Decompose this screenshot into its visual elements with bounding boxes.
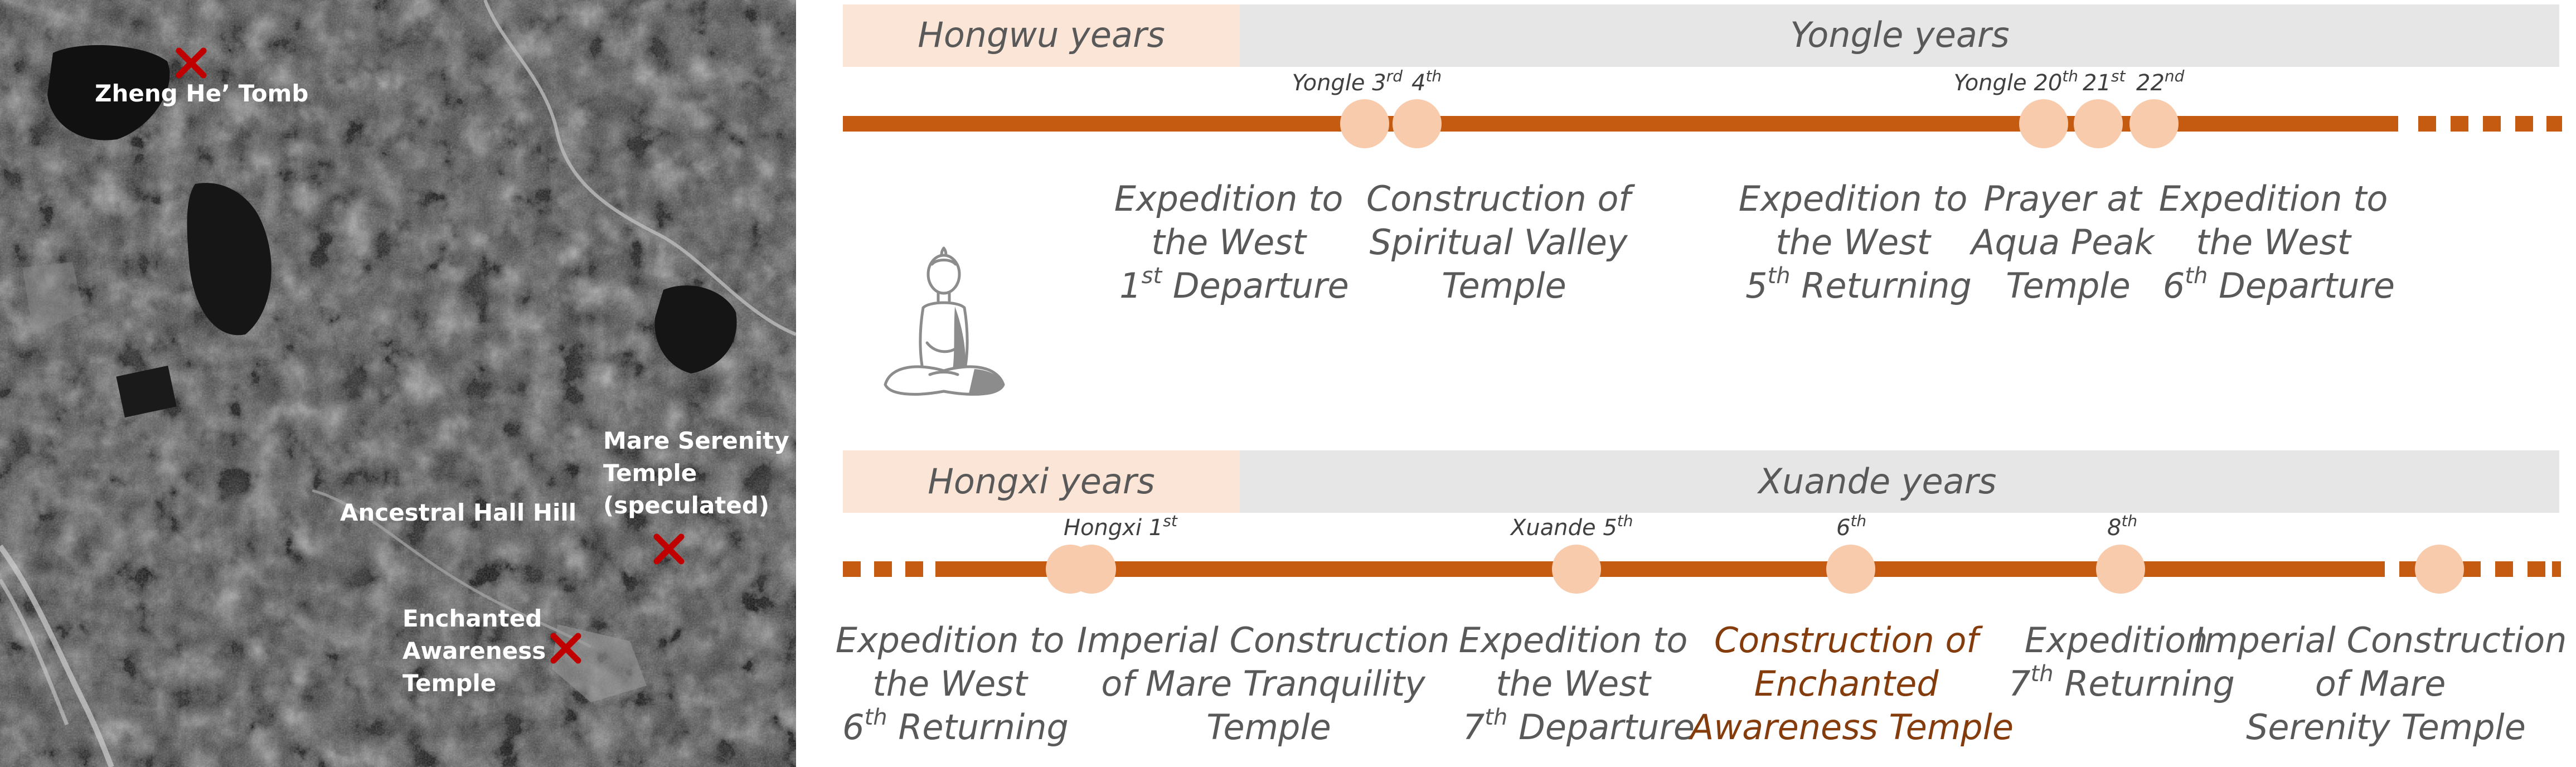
location-label: Zheng He’ Tomb — [95, 80, 308, 107]
tick-label: Yongle 3rd — [1292, 67, 1403, 96]
location-label: Temple — [603, 459, 697, 487]
period-label: Xuande years — [1757, 461, 1997, 502]
timeline-dash — [2495, 561, 2513, 577]
timeline-dot — [2129, 99, 2179, 148]
timeline-dash — [843, 561, 861, 577]
timeline-dash — [2515, 116, 2533, 132]
timeline-dash — [2483, 116, 2501, 132]
location-label: Temple — [402, 669, 496, 697]
timeline-dash — [2451, 116, 2468, 132]
location-label: Awareness — [402, 637, 546, 664]
tick-label: Hongxi 1st — [1064, 512, 1178, 541]
event-label: Expedition to the West 5th Returning — [1739, 178, 1978, 306]
timeline-dash — [2528, 561, 2545, 577]
timeline-diagram: Hongwu years Yongle years Yongle 3rd 4th… — [836, 4, 2576, 747]
timeline-dot — [2415, 545, 2464, 594]
event-label: Imperial Construction of Mare Tranquilit… — [1077, 620, 1461, 747]
timeline-dot — [2074, 99, 2123, 148]
timeline-dash — [2399, 561, 2417, 577]
event-label: Expedition to the West 1st Departure — [1114, 178, 1354, 306]
location-label: Mare Serenity — [603, 427, 789, 454]
event-label: Construction of Spiritual Valley Temple — [1366, 178, 1642, 306]
period-label: Hongxi years — [928, 461, 1154, 502]
tick-label: 22nd — [2136, 67, 2185, 96]
tick-label: Yongle 20th — [1954, 67, 2078, 96]
timeline-dash — [2463, 561, 2481, 577]
timeline-dot — [1393, 99, 1442, 148]
timeline-dash — [2418, 116, 2436, 132]
event-label: Expedition to the West 6th Departure — [2159, 178, 2399, 306]
timeline-row-1: Hongwu years Yongle years Yongle 3rd 4th… — [843, 4, 2562, 306]
timeline-dot — [1067, 545, 1116, 594]
event-label: Prayer at Aqua Peak Temple — [1969, 178, 2165, 306]
period-label: Yongle years — [1790, 14, 2009, 55]
event-label: Imperial Construction of Mare Serenity T… — [2194, 620, 2576, 747]
seated-buddha-icon — [884, 246, 1005, 396]
timeline-dash — [2552, 561, 2561, 577]
event-label-highlighted: Construction of Enchanted Awareness Temp… — [1688, 620, 2014, 747]
tick-label: 6th — [1836, 512, 1866, 541]
timeline-dash — [874, 561, 892, 577]
period-label: Hongwu years — [918, 14, 1165, 55]
timeline-dot — [2096, 545, 2145, 594]
timeline-row-2: Hongxi years Xuande years Hongxi 1st Xua… — [836, 450, 2576, 747]
timeline-dot — [1340, 99, 1389, 148]
timeline-dot — [1552, 545, 1601, 594]
location-label: Ancestral Hall Hill — [340, 499, 576, 526]
event-label: Expedition to the West 6th Returning — [836, 620, 1075, 747]
location-label: (speculated) — [603, 492, 769, 519]
satellite-map: Zheng He’ Tomb Ancestral Hall Hill Mare … — [0, 0, 796, 767]
timeline-dot — [1826, 545, 1875, 594]
timeline-dot — [2019, 99, 2068, 148]
timeline-dash — [2546, 116, 2562, 132]
tick-label: 21st — [2083, 67, 2126, 96]
tick-label: Xuande 5th — [1510, 512, 1633, 541]
timeline-line — [935, 561, 2385, 577]
tick-label: 8th — [2107, 512, 2137, 541]
timeline-dash — [905, 561, 923, 577]
tick-label: 4th — [1411, 67, 1442, 96]
location-label: Enchanted — [402, 605, 542, 632]
location-ancestral-hall-hill: Ancestral Hall Hill — [340, 499, 576, 526]
event-label: Expedition to the West 7th Departure — [1459, 620, 1699, 747]
